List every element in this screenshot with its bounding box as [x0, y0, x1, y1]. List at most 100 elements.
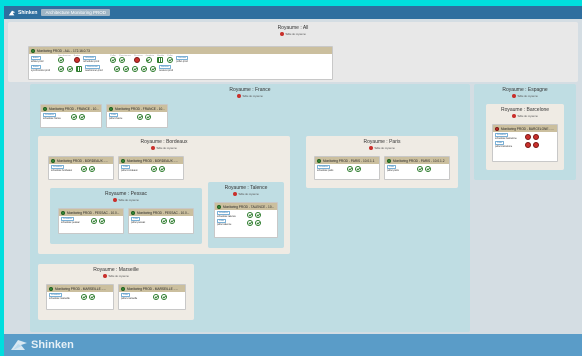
status-icon[interactable]	[425, 166, 431, 172]
shinken-footer-logo: Shinken	[10, 338, 74, 352]
realm-table-icon	[233, 192, 238, 196]
status-icon[interactable]	[89, 294, 95, 300]
shinken-bird-icon	[11, 340, 27, 350]
status-ok-icon	[387, 158, 391, 163]
card-header: Monitoring PROD - ALL - 172.16.0.73	[29, 47, 332, 54]
realm-title: Royaume : Paris	[363, 139, 401, 145]
status-icon[interactable]	[247, 220, 253, 226]
row2-status-icon[interactable]	[58, 66, 64, 72]
status-icon[interactable]	[79, 114, 85, 120]
card-header: Monitoring PROD - MARSEILLE - ...	[119, 285, 185, 292]
app-window: Shinken Architecture Monitoring PROD Roy…	[4, 6, 582, 356]
broker-critical-icon[interactable]	[73, 57, 80, 63]
receiver-critical-icon[interactable]	[134, 57, 141, 63]
realm-subtitle[interactable]: Table de royaume	[30, 94, 470, 98]
status-icon[interactable]	[347, 166, 353, 172]
status-icon[interactable]	[137, 114, 143, 120]
critical-icon[interactable]	[525, 134, 531, 140]
satellite-card-barcelone[interactable]: Monitoring PROD - BARCELONE - ... Schedu…	[492, 124, 558, 162]
status-icon[interactable]	[81, 166, 87, 172]
realm-table-icon	[512, 94, 517, 98]
status-ok-icon	[61, 210, 65, 215]
reactionner-status-icon[interactable]	[119, 57, 126, 63]
status-icon[interactable]	[417, 166, 423, 172]
row2-status-icon[interactable]	[123, 66, 129, 72]
graphite-status-icon[interactable]	[145, 57, 152, 63]
critical-icon[interactable]	[533, 134, 539, 140]
module-grid-icon[interactable]	[157, 57, 164, 63]
satellite-card-pessac-2[interactable]: Monitoring PROD - PESSAC - 10.0... Polle…	[128, 208, 194, 234]
realm-subtitle[interactable]: Table de royaume	[8, 32, 578, 36]
status-icon[interactable]	[91, 218, 97, 224]
realm-title: Royaume : All	[277, 25, 309, 31]
realm-title: Royaume : France	[229, 87, 271, 93]
realm-all: Royaume : All Table de royaume Monitorin…	[8, 22, 578, 82]
realm-title: Royaume : Pessac	[105, 191, 147, 197]
status-critical-icon	[495, 126, 499, 131]
satellite-card-marseille-1[interactable]: Monitoring PROD - MARSEILLE - ... Schedu…	[46, 284, 114, 310]
satellite-card-bordeaux-1[interactable]: Monitoring PROD - BORDEAUX - ... Schedul…	[48, 156, 114, 180]
brand-label: Shinken	[18, 9, 38, 16]
row2-grid-icon[interactable]	[76, 66, 82, 72]
critical-icon[interactable]	[533, 142, 539, 148]
satellite-card-paris-2[interactable]: Monitoring PROD - PARIS - 10.0.1.2 Polle…	[384, 156, 450, 180]
row2-status-icon[interactable]	[141, 66, 147, 72]
satellite-card-all[interactable]: Monitoring PROD - ALL - 172.16.0.73 Arbi…	[28, 46, 333, 80]
status-icon[interactable]	[355, 166, 361, 172]
status-icon[interactable]	[161, 218, 167, 224]
poller2-status-icon[interactable]	[167, 57, 174, 63]
status-icon[interactable]	[255, 212, 261, 218]
realm-table-icon	[369, 146, 374, 150]
realm-table-icon	[151, 146, 156, 150]
row2-status-icon[interactable]	[67, 66, 73, 72]
status-ok-icon	[31, 48, 35, 53]
critical-icon[interactable]	[525, 142, 531, 148]
realm-table-icon	[103, 274, 108, 278]
card-header: Monitoring PROD - FRANCE - 10...	[107, 105, 167, 112]
realm-subtitle[interactable]: Table de royaume	[38, 146, 290, 150]
status-icon[interactable]	[247, 212, 253, 218]
status-ok-icon	[217, 204, 221, 209]
status-icon[interactable]	[89, 166, 95, 172]
status-icon[interactable]	[153, 294, 159, 300]
status-icon[interactable]	[145, 114, 151, 120]
realm-subtitle[interactable]: Table de royaume	[50, 198, 202, 202]
realm-pessac: Royaume : Pessac Table de royaume Monito…	[50, 188, 202, 244]
realm-subtitle[interactable]: Table de royaume	[208, 192, 284, 196]
satellite-card-pessac-1[interactable]: Monitoring PROD - PESSAC - 10.0... Sched…	[58, 208, 124, 234]
status-icon[interactable]	[255, 220, 261, 226]
card-header: Monitoring PROD - BORDEAUX - ...	[119, 157, 183, 164]
status-icon[interactable]	[151, 166, 157, 172]
shinken-logo[interactable]: Shinken	[8, 9, 37, 17]
status-icon[interactable]	[161, 294, 167, 300]
status-icon[interactable]	[169, 218, 175, 224]
realm-table-icon	[113, 198, 118, 202]
realm-subtitle[interactable]: Table de royaume	[474, 94, 576, 98]
status-icon[interactable]	[81, 294, 87, 300]
realm-subtitle[interactable]: Table de royaume	[38, 274, 194, 278]
status-icon[interactable]	[99, 218, 105, 224]
satellite-card-france-1[interactable]: Monitoring PROD - FRANCE - 10... Schedul…	[40, 104, 102, 128]
realm-subtitle[interactable]: Table de royaume	[306, 146, 458, 150]
satellite-card-paris-1[interactable]: Monitoring PROD - PARIS - 10.0.1.1 Sched…	[314, 156, 380, 180]
row2-status-icon[interactable]	[132, 66, 138, 72]
synchronizer-status-icon[interactable]	[58, 57, 64, 63]
realm-title: Royaume : Talence	[224, 185, 268, 191]
row2-status-icon[interactable]	[150, 66, 156, 72]
satellite-card-france-2[interactable]: Monitoring PROD - FRANCE - 10... Poller p…	[106, 104, 168, 128]
realm-marseille: Royaume : Marseille Table de royaume Mon…	[38, 264, 194, 320]
satellite-card-bordeaux-2[interactable]: Monitoring PROD - BORDEAUX - ... Poller p…	[118, 156, 184, 180]
row2-status-icon[interactable]	[114, 66, 120, 72]
status-icon[interactable]	[159, 166, 165, 172]
poller-status-icon[interactable]	[110, 57, 117, 63]
satellite-card-talence[interactable]: Monitoring PROD - TALENCE - 10... Schedu…	[214, 202, 278, 238]
realm-title: Royaume : Espagne	[502, 87, 548, 93]
status-icon[interactable]	[71, 114, 77, 120]
realm-subtitle[interactable]: Table de royaume	[486, 114, 564, 118]
tab-architecture[interactable]: Architecture Monitoring PROD	[41, 9, 110, 16]
realm-barcelone: Royaume : Barcelone Table de royaume Mon…	[486, 104, 564, 170]
status-ok-icon	[121, 286, 125, 291]
status-ok-icon	[43, 106, 47, 111]
realm-table-icon	[237, 94, 242, 98]
satellite-card-marseille-2[interactable]: Monitoring PROD - MARSEILLE - ... Poller…	[118, 284, 186, 310]
